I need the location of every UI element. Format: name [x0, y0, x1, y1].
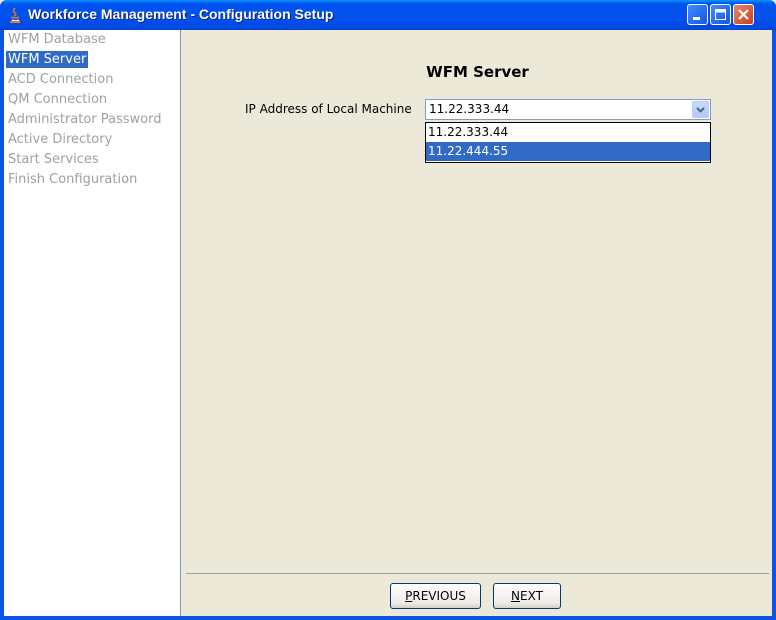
- title-bar[interactable]: Workforce Management - Configuration Set…: [0, 0, 776, 30]
- sidebar-item-wfm-database[interactable]: WFM Database: [4, 30, 180, 50]
- navigation-footer: PREVIOUS NEXT: [186, 573, 769, 614]
- sidebar-item-start-services[interactable]: Start Services: [4, 150, 180, 170]
- sidebar-item-active-directory[interactable]: Active Directory: [4, 130, 180, 150]
- close-icon: [738, 9, 749, 20]
- window-title: Workforce Management - Configuration Set…: [28, 6, 334, 22]
- sidebar-item-acd-connection[interactable]: ACD Connection: [4, 70, 180, 90]
- ip-address-label: IP Address of Local Machine: [245, 102, 412, 116]
- close-button[interactable]: [733, 4, 754, 25]
- java-icon: [10, 7, 20, 23]
- sidebar-item-administrator-password[interactable]: Administrator Password: [4, 110, 180, 130]
- next-button[interactable]: NEXT: [493, 583, 561, 609]
- app-window: Workforce Management - Configuration Set…: [0, 0, 776, 620]
- dropdown-button[interactable]: [692, 101, 709, 118]
- maximize-button[interactable]: [710, 4, 731, 25]
- ip-address-combobox[interactable]: 11.22.333.44: [425, 99, 711, 120]
- minimize-button[interactable]: [687, 4, 708, 25]
- sidebar-item-qm-connection[interactable]: QM Connection: [4, 90, 180, 110]
- client-area: WFM Database WFM Server ACD Connection Q…: [4, 30, 772, 616]
- main-panel: WFM Server IP Address of Local Machine 1…: [183, 30, 772, 616]
- ip-address-value: 11.22.333.44: [429, 102, 510, 116]
- sidebar-item-finish-configuration[interactable]: Finish Configuration: [4, 170, 180, 190]
- minimize-icon: [693, 17, 700, 20]
- ip-address-dropdown-list: 11.22.333.44 11.22.444.55: [425, 122, 711, 163]
- dropdown-option[interactable]: 11.22.444.55: [426, 142, 710, 161]
- chevron-down-icon: [696, 107, 705, 113]
- dropdown-option[interactable]: 11.22.333.44: [426, 123, 710, 142]
- page-title: WFM Server: [426, 63, 529, 81]
- maximize-icon: [715, 9, 726, 20]
- steps-sidebar: WFM Database WFM Server ACD Connection Q…: [4, 30, 181, 616]
- sidebar-item-wfm-server[interactable]: WFM Server: [4, 50, 180, 70]
- previous-button[interactable]: PREVIOUS: [390, 583, 481, 609]
